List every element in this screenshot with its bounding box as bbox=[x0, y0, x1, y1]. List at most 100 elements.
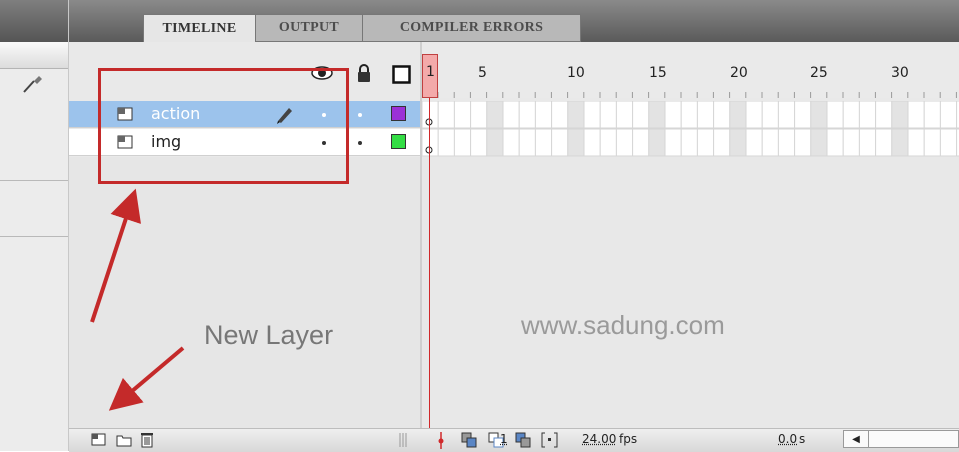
center-frame-icon[interactable] bbox=[437, 432, 445, 449]
frame-cell[interactable] bbox=[714, 101, 730, 128]
frame-cell[interactable] bbox=[487, 129, 503, 156]
frame-cell[interactable] bbox=[940, 101, 956, 128]
playhead-frame-number: 1 bbox=[426, 64, 435, 80]
resize-grip-icon[interactable] bbox=[398, 432, 408, 448]
frame-cell[interactable] bbox=[843, 129, 859, 156]
onion-skin-icon[interactable] bbox=[461, 432, 477, 448]
lock-icon[interactable] bbox=[356, 63, 372, 83]
frame-cell[interactable] bbox=[471, 129, 487, 156]
new-layer-icon[interactable] bbox=[91, 433, 106, 447]
frame-cell[interactable] bbox=[568, 129, 584, 156]
frame-cell[interactable] bbox=[843, 101, 859, 128]
frame-cell[interactable] bbox=[438, 101, 454, 128]
frame-cell[interactable] bbox=[795, 129, 811, 156]
ruler-tick-label: 20 bbox=[730, 65, 748, 81]
panel-divider[interactable] bbox=[420, 42, 422, 428]
frame-cells[interactable] bbox=[422, 101, 959, 157]
ruler-ticks bbox=[421, 42, 959, 98]
frame-cell[interactable] bbox=[762, 129, 778, 156]
frame-cell[interactable] bbox=[600, 101, 616, 128]
frame-cell[interactable] bbox=[519, 101, 535, 128]
frame-cell[interactable] bbox=[746, 129, 762, 156]
frame-cell[interactable] bbox=[519, 129, 535, 156]
layer-list-empty-area[interactable] bbox=[69, 157, 420, 428]
frame-cell[interactable] bbox=[778, 129, 794, 156]
frame-cell[interactable] bbox=[616, 101, 632, 128]
frame-cell[interactable] bbox=[892, 129, 908, 156]
frame-cell[interactable] bbox=[600, 129, 616, 156]
frame-cell[interactable] bbox=[616, 129, 632, 156]
outline-icon[interactable] bbox=[392, 65, 411, 84]
frame-cell[interactable] bbox=[681, 101, 697, 128]
frame-cell[interactable] bbox=[633, 101, 649, 128]
frame-cell[interactable] bbox=[876, 101, 892, 128]
frames-empty-area[interactable] bbox=[422, 157, 959, 428]
frame-cell[interactable] bbox=[535, 129, 551, 156]
new-folder-icon[interactable] bbox=[116, 433, 132, 447]
frame-cell[interactable] bbox=[859, 101, 875, 128]
tab-timeline[interactable]: TIMELINE bbox=[143, 14, 256, 42]
edit-multiple-frames-icon[interactable] bbox=[515, 432, 531, 448]
frame-cell[interactable] bbox=[552, 129, 568, 156]
frame-cell[interactable] bbox=[454, 101, 470, 128]
tab-bar: TIMELINE OUTPUT COMPILER ERRORS bbox=[69, 0, 959, 42]
frame-cell[interactable] bbox=[568, 101, 584, 128]
frame-cell[interactable] bbox=[892, 101, 908, 128]
frame-cell[interactable] bbox=[454, 129, 470, 156]
frame-cell[interactable] bbox=[438, 129, 454, 156]
frame-cell[interactable] bbox=[552, 101, 568, 128]
time-unit: s bbox=[799, 432, 805, 446]
frame-cell[interactable] bbox=[697, 129, 713, 156]
frame-cell[interactable] bbox=[649, 129, 665, 156]
frame-cell[interactable] bbox=[795, 101, 811, 128]
frame-cell[interactable] bbox=[827, 101, 843, 128]
lock-dot[interactable] bbox=[358, 113, 362, 117]
tab-output[interactable]: OUTPUT bbox=[256, 14, 363, 42]
left-panel-toolbar bbox=[0, 42, 68, 69]
frame-cell[interactable] bbox=[859, 129, 875, 156]
frame-cell[interactable] bbox=[940, 129, 956, 156]
frame-cell[interactable] bbox=[778, 101, 794, 128]
frame-cell[interactable] bbox=[665, 129, 681, 156]
frame-cell[interactable] bbox=[924, 101, 940, 128]
frame-cell[interactable] bbox=[649, 101, 665, 128]
horizontal-scrollbar[interactable]: ◀ bbox=[843, 430, 959, 448]
frames-grid[interactable] bbox=[422, 101, 959, 157]
eyedropper-icon[interactable] bbox=[20, 72, 48, 94]
frame-cell[interactable] bbox=[908, 129, 924, 156]
frame-ruler[interactable] bbox=[421, 42, 959, 98]
frame-cell[interactable] bbox=[503, 129, 519, 156]
layer-color-swatch[interactable] bbox=[391, 134, 406, 149]
frame-cell[interactable] bbox=[924, 129, 940, 156]
frame-cell[interactable] bbox=[762, 101, 778, 128]
frame-cell[interactable] bbox=[730, 101, 746, 128]
scroll-left-arrow-icon[interactable]: ◀ bbox=[844, 431, 869, 447]
fps-value[interactable]: 24.00 bbox=[582, 432, 616, 446]
frame-cell[interactable] bbox=[584, 129, 600, 156]
frame-cell[interactable] bbox=[876, 129, 892, 156]
frame-cell[interactable] bbox=[714, 129, 730, 156]
trash-icon[interactable] bbox=[140, 431, 154, 448]
frame-cell[interactable] bbox=[535, 101, 551, 128]
frame-cell[interactable] bbox=[584, 101, 600, 128]
frame-cell[interactable] bbox=[633, 129, 649, 156]
ruler-tick-label: 15 bbox=[649, 65, 667, 81]
frame-cell[interactable] bbox=[746, 101, 762, 128]
tab-compiler-errors[interactable]: COMPILER ERRORS bbox=[363, 14, 581, 42]
lock-dot[interactable] bbox=[358, 141, 362, 145]
frame-cell[interactable] bbox=[471, 101, 487, 128]
frame-cell[interactable] bbox=[811, 129, 827, 156]
frame-cell[interactable] bbox=[811, 101, 827, 128]
frame-cell[interactable] bbox=[681, 129, 697, 156]
layer-color-swatch[interactable] bbox=[391, 106, 406, 121]
modify-onion-markers-icon[interactable] bbox=[541, 432, 558, 448]
time-value[interactable]: 0.0 bbox=[778, 432, 797, 446]
frame-cell[interactable] bbox=[697, 101, 713, 128]
frame-cell[interactable] bbox=[827, 129, 843, 156]
frame-cell[interactable] bbox=[730, 129, 746, 156]
current-frame-value[interactable]: 1 bbox=[500, 432, 508, 446]
frame-cell[interactable] bbox=[908, 101, 924, 128]
frame-cell[interactable] bbox=[487, 101, 503, 128]
frame-cell[interactable] bbox=[665, 101, 681, 128]
frame-cell[interactable] bbox=[503, 101, 519, 128]
